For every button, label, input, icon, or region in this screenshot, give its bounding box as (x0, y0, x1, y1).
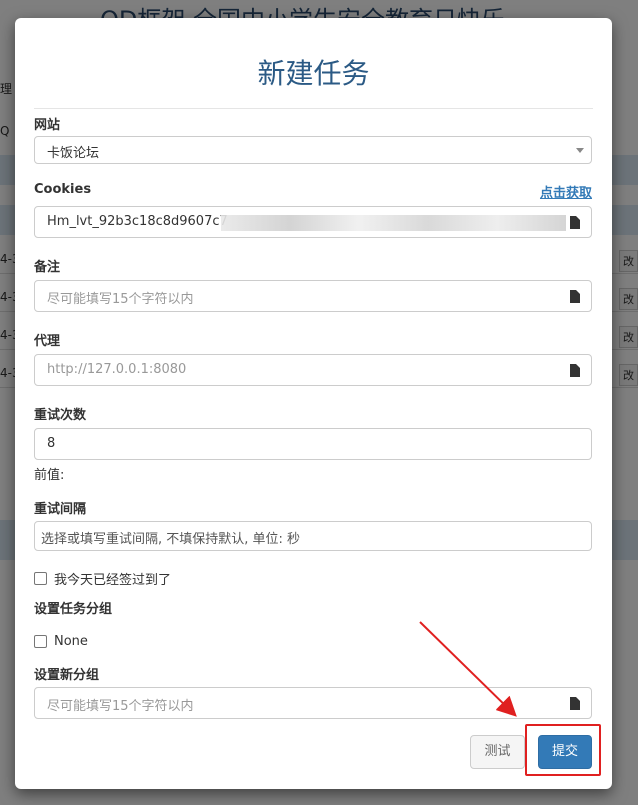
annotation-highlight-box (525, 724, 601, 776)
annotation-arrow (419, 621, 517, 717)
